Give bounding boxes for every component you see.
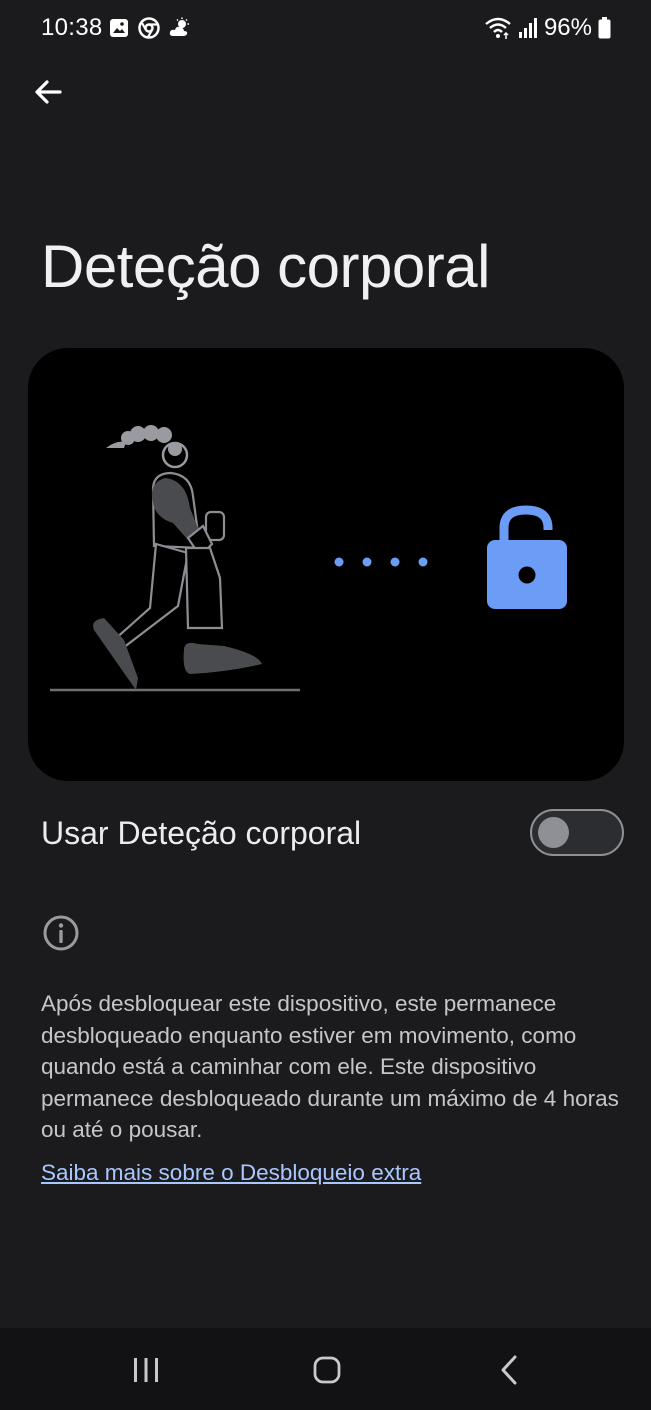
body-detection-switch[interactable] <box>530 809 624 856</box>
weather-icon <box>169 17 189 36</box>
home-button[interactable] <box>297 1350 357 1390</box>
page-title: Deteção corporal <box>41 233 490 300</box>
battery-icon <box>598 17 611 39</box>
status-bar: 10:38 96% <box>0 0 651 58</box>
navigation-bar <box>0 1328 651 1410</box>
back-icon <box>501 1355 517 1385</box>
body-detection-illustration <box>28 348 624 781</box>
description-text: Após desbloquear este dispositivo, este … <box>41 991 619 1142</box>
arrow-left-icon <box>35 80 62 104</box>
toggle-label: Usar Deteção corporal <box>41 815 362 851</box>
recents-button[interactable] <box>116 1350 176 1390</box>
battery-percentage: 96% <box>543 14 592 41</box>
notification-icons <box>108 17 192 39</box>
status-time: 10:38 <box>41 14 103 41</box>
recents-icon <box>134 1358 158 1382</box>
chrome-icon <box>138 17 160 39</box>
learn-more-link[interactable]: Saiba mais sobre o Desbloqueio extra <box>41 1160 421 1186</box>
nav-back-button[interactable] <box>480 1350 540 1390</box>
walking-person-illustration <box>50 425 567 692</box>
wifi-icon <box>485 17 511 39</box>
back-button[interactable] <box>26 70 70 114</box>
switch-thumb <box>538 817 569 848</box>
home-icon <box>313 1356 341 1384</box>
signal-icon <box>518 18 537 38</box>
gallery-icon <box>110 19 128 37</box>
info-icon <box>43 915 79 951</box>
use-body-detection-row[interactable]: Usar Deteção corporal <box>41 800 624 866</box>
status-right: 96% <box>484 14 611 42</box>
